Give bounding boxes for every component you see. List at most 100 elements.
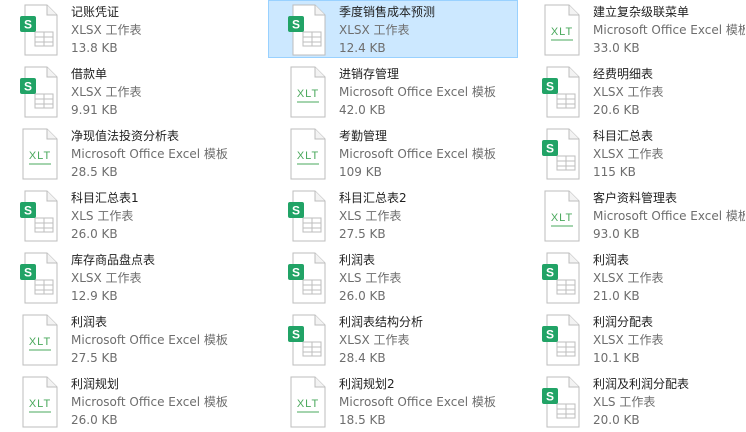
file-type: Microsoft Office Excel 模板: [593, 23, 745, 37]
file-tile[interactable]: S 借款单 XLSX 工作表 9.91 KB: [0, 62, 268, 120]
file-size: 42.0 KB: [339, 103, 386, 117]
file-type: XLS 工作表: [339, 271, 402, 285]
file-info: 利润表 XLSX 工作表 21.0 KB: [593, 251, 745, 305]
file-name: 利润规划: [71, 377, 120, 391]
file-tile[interactable]: S 利润分配表 XLSX 工作表 10.1 KB: [522, 310, 746, 368]
file-name: 客户资料管理表: [593, 191, 678, 205]
xlsx-icon: S: [287, 4, 327, 56]
file-type: XLSX 工作表: [339, 333, 410, 347]
svg-text:S: S: [292, 266, 300, 280]
file-tile[interactable]: S 记账凭证 XLSX 工作表 13.8 KB: [0, 0, 268, 58]
file-type: XLSX 工作表: [593, 271, 664, 285]
file-tile[interactable]: XLT 利润规划 Microsoft Office Excel 模板 26.0 KB: [0, 372, 268, 430]
svg-text:S: S: [292, 328, 300, 342]
file-info: 季度销售成本预测 XLSX 工作表 12.4 KB: [339, 3, 517, 57]
file-size: 20.6 KB: [593, 103, 640, 117]
file-tile[interactable]: XLT 进销存管理 Microsoft Office Excel 模板 42.0 K…: [268, 62, 518, 120]
xls-icon: S: [541, 376, 581, 428]
svg-text:S: S: [546, 328, 554, 342]
file-info: 利润表 Microsoft Office Excel 模板 27.5 KB: [71, 313, 267, 367]
file-tile[interactable]: XLT 客户资料管理表 Microsoft Office Excel 模板 93.0…: [522, 186, 746, 244]
file-tile[interactable]: XLT 考勤管理 Microsoft Office Excel 模板 109 KB: [268, 124, 518, 182]
file-size: 109 KB: [339, 165, 382, 179]
svg-text:XLT: XLT: [29, 150, 51, 162]
file-name: 库存商品盘点表: [71, 253, 156, 267]
file-type: Microsoft Office Excel 模板: [71, 147, 228, 161]
file-tile[interactable]: S 利润表 XLS 工作表 26.0 KB: [268, 248, 518, 306]
file-size: 28.5 KB: [71, 165, 118, 179]
file-size: 27.5 KB: [339, 227, 386, 241]
file-name: 利润表: [71, 315, 108, 329]
svg-text:XLT: XLT: [551, 26, 573, 38]
file-tile[interactable]: S 科目汇总表2 XLS 工作表 27.5 KB: [268, 186, 518, 244]
file-name: 利润及利润分配表: [593, 377, 690, 391]
file-name: 季度销售成本预测: [339, 5, 436, 19]
file-size: 20.0 KB: [593, 413, 640, 427]
file-info: 科目汇总表1 XLS 工作表 26.0 KB: [71, 189, 267, 243]
file-size: 27.5 KB: [71, 351, 118, 365]
file-tile[interactable]: XLT 建立复杂级联菜单 Microsoft Office Excel 模板 33.…: [522, 0, 746, 58]
file-tile[interactable]: S 库存商品盘点表 XLSX 工作表 12.9 KB: [0, 248, 268, 306]
file-name: 利润规划2: [339, 377, 395, 391]
file-size: 26.0 KB: [71, 413, 118, 427]
xlt-icon: XLT: [287, 66, 327, 118]
svg-text:S: S: [546, 142, 554, 156]
file-tile[interactable]: S 科目汇总表1 XLS 工作表 26.0 KB: [0, 186, 268, 244]
file-name: 科目汇总表1: [71, 191, 139, 205]
file-tile[interactable]: S 经费明细表 XLSX 工作表 20.6 KB: [522, 62, 746, 120]
file-size: 21.0 KB: [593, 289, 640, 303]
file-size: 26.0 KB: [339, 289, 386, 303]
file-name: 净现值法投资分析表: [71, 129, 180, 143]
file-type: XLSX 工作表: [339, 23, 410, 37]
file-info: 利润及利润分配表 XLS 工作表 20.0 KB: [593, 375, 745, 429]
file-info: 记账凭证 XLSX 工作表 13.8 KB: [71, 3, 267, 57]
svg-text:S: S: [292, 204, 300, 218]
file-name: 考勤管理: [339, 129, 388, 143]
file-name: 借款单: [71, 67, 108, 81]
xlsx-icon: S: [19, 252, 59, 304]
file-type: XLSX 工作表: [593, 333, 664, 347]
file-tile[interactable]: S 季度销售成本预测 XLSX 工作表 12.4 KB: [268, 0, 518, 58]
xlt-icon: XLT: [19, 128, 59, 180]
file-tile[interactable]: S 利润表结构分析 XLSX 工作表 28.4 KB: [268, 310, 518, 368]
file-name: 利润分配表: [593, 315, 654, 329]
xlt-icon: XLT: [287, 376, 327, 428]
svg-text:S: S: [24, 204, 32, 218]
file-tile[interactable]: XLT 利润规划2 Microsoft Office Excel 模板 18.5 K…: [268, 372, 518, 430]
file-name: 建立复杂级联菜单: [593, 5, 690, 19]
file-size: 33.0 KB: [593, 41, 640, 55]
file-tile[interactable]: XLT 净现值法投资分析表 Microsoft Office Excel 模板 28…: [0, 124, 268, 182]
xlsx-icon: S: [541, 314, 581, 366]
svg-text:S: S: [24, 18, 32, 32]
file-size: 10.1 KB: [593, 351, 640, 365]
file-type: Microsoft Office Excel 模板: [71, 333, 228, 347]
svg-text:S: S: [546, 80, 554, 94]
file-tile[interactable]: S 科目汇总表 XLSX 工作表 115 KB: [522, 124, 746, 182]
xlsx-icon: S: [541, 128, 581, 180]
svg-text:XLT: XLT: [297, 398, 319, 410]
file-type: XLS 工作表: [593, 395, 656, 409]
svg-text:S: S: [24, 80, 32, 94]
file-info: 利润分配表 XLSX 工作表 10.1 KB: [593, 313, 745, 367]
file-name: 经费明细表: [593, 67, 654, 81]
file-tile[interactable]: XLT 利润表 Microsoft Office Excel 模板 27.5 KB: [0, 310, 268, 368]
file-tile[interactable]: S 利润及利润分配表 XLS 工作表 20.0 KB: [522, 372, 746, 430]
xlsx-icon: S: [541, 66, 581, 118]
file-grid: S 记账凭证 XLSX 工作表 13.8 KB S 季度销售成本预测 XLSX 工作表…: [0, 0, 746, 432]
file-info: 利润规划2 Microsoft Office Excel 模板 18.5 KB: [339, 375, 517, 429]
file-info: 进销存管理 Microsoft Office Excel 模板 42.0 KB: [339, 65, 517, 119]
file-tile[interactable]: S 利润表 XLSX 工作表 21.0 KB: [522, 248, 746, 306]
svg-text:XLT: XLT: [29, 398, 51, 410]
xlsx-icon: S: [541, 252, 581, 304]
xlt-icon: XLT: [541, 190, 581, 242]
file-info: 考勤管理 Microsoft Office Excel 模板 109 KB: [339, 127, 517, 181]
file-info: 客户资料管理表 Microsoft Office Excel 模板 93.0 KB: [593, 189, 745, 243]
file-name: 利润表结构分析: [339, 315, 424, 329]
file-name: 科目汇总表2: [339, 191, 407, 205]
file-info: 利润规划 Microsoft Office Excel 模板 26.0 KB: [71, 375, 267, 429]
file-size: 12.9 KB: [71, 289, 118, 303]
svg-text:XLT: XLT: [29, 336, 51, 348]
file-type: Microsoft Office Excel 模板: [339, 147, 496, 161]
svg-text:S: S: [546, 266, 554, 280]
svg-text:XLT: XLT: [297, 150, 319, 162]
